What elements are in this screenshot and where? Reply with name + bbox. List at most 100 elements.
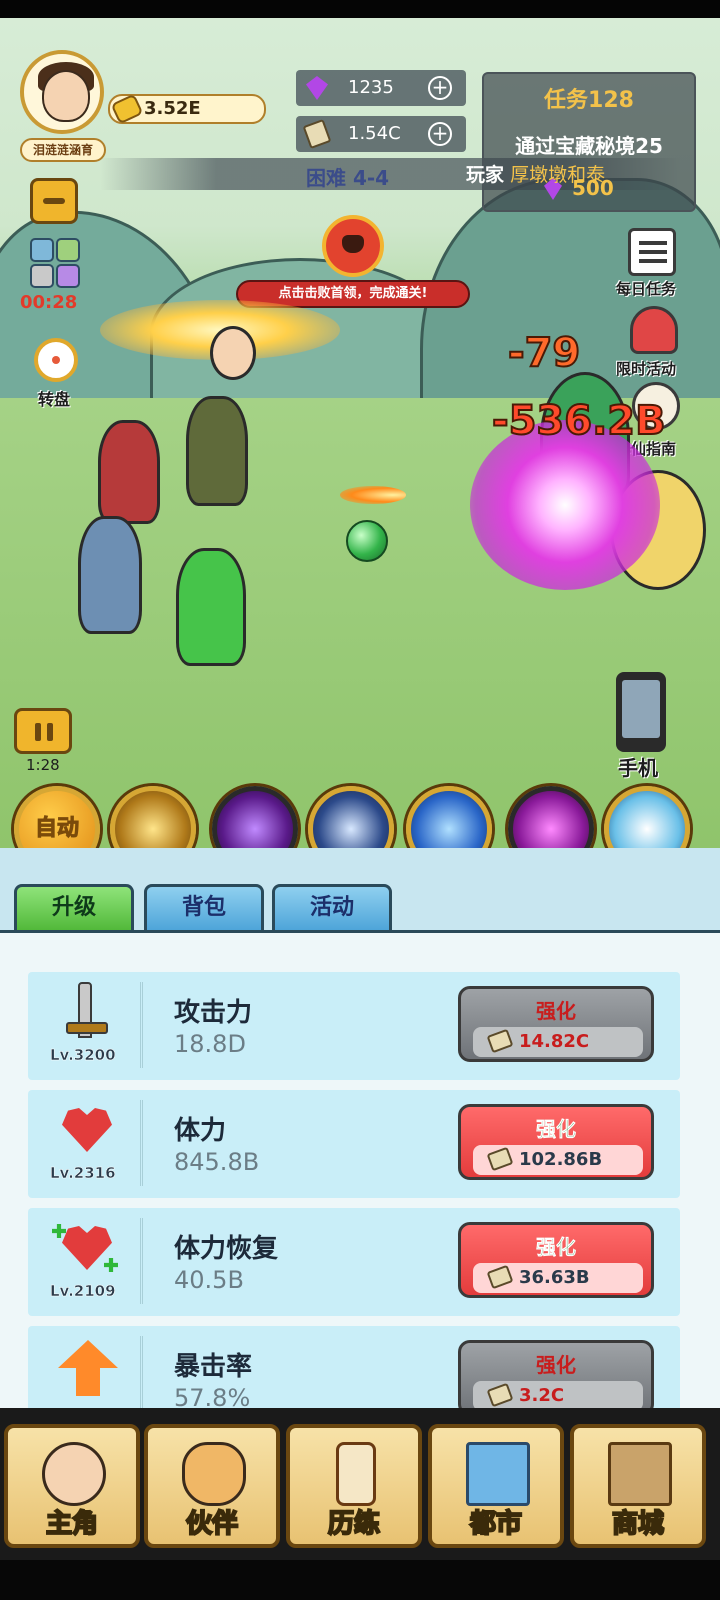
player-name: 泪涟涟涵育	[20, 138, 106, 162]
add-cash-button[interactable]: +	[428, 122, 452, 146]
upgrade-button[interactable]: 强化 14.82C	[458, 986, 654, 1062]
add-gems-button[interactable]: +	[428, 76, 452, 100]
nav-label: 主角	[45, 1508, 99, 1540]
gold-counter: 3.52E	[108, 93, 266, 125]
tab-activity[interactable]: 活动	[272, 884, 392, 930]
upgrade-level: Lv.3200	[50, 1046, 116, 1065]
cash-icon	[302, 118, 332, 150]
gem-value: 1235	[348, 77, 394, 98]
magic-burst-effect	[470, 420, 660, 590]
menu-collapse-button[interactable]	[30, 178, 78, 224]
protagonist-icon	[42, 1442, 106, 1506]
wheel-icon[interactable]	[34, 338, 78, 382]
nav-label: 都市	[469, 1508, 523, 1540]
gift-tile	[56, 264, 80, 288]
hero-green	[176, 548, 246, 666]
damage-number: -79	[507, 329, 581, 377]
nav-partners[interactable]: 伙伴	[144, 1424, 280, 1548]
gift-tile	[56, 238, 80, 262]
tablet-icon	[336, 1442, 376, 1506]
cash-counter: 1.54C +	[296, 116, 466, 152]
upgrade-row-stamina: Lv.2316 体力 845.8B 强化 102.86B	[28, 1090, 680, 1198]
status-bar	[0, 0, 720, 18]
upgrade-name: 体力	[174, 1116, 227, 1146]
upgrade-value: 18.8D	[174, 1030, 246, 1058]
nav-training[interactable]: 历练	[286, 1424, 422, 1548]
notice-player-name: 厚墩墩和泰	[510, 164, 606, 186]
nav-label: 商城	[611, 1508, 665, 1540]
upgrade-row-attack: Lv.3200 攻击力 18.8D 强化 14.82C	[28, 972, 680, 1080]
heart-plus-icon	[46, 1218, 126, 1288]
hero-mage	[78, 516, 142, 634]
upgrade-button-label: 强化	[536, 1117, 577, 1142]
battle-timer: 1:28	[26, 756, 60, 774]
avatar-face	[42, 70, 90, 122]
phone-label: 手机	[618, 756, 658, 780]
task-panel[interactable]: 任务128 通过宝藏秘境25 500	[482, 72, 696, 212]
upgrade-button[interactable]: 强化 102.86B	[458, 1104, 654, 1180]
hero-warrior	[98, 420, 160, 524]
upgrade-list[interactable]: Lv.3200 攻击力 18.8D 强化 14.82C Lv.2316 体力 8…	[0, 960, 720, 1408]
cash-icon	[486, 1382, 514, 1408]
upgrade-name: 体力恢复	[174, 1234, 279, 1264]
tab-upgrade[interactable]: 升级	[14, 884, 134, 930]
damage-number: -536.2B	[491, 397, 667, 445]
wheel-label: 转盘	[38, 390, 71, 409]
building-icon	[466, 1442, 530, 1506]
cash-icon	[486, 1264, 514, 1290]
limited-event-icon[interactable]	[630, 306, 678, 354]
upgrade-cost-value: 3.2C	[519, 1385, 565, 1406]
stage-difficulty: 困难 4-4	[306, 166, 390, 190]
fireball-effect	[340, 486, 406, 504]
divider	[140, 1218, 156, 1304]
tab-backpack[interactable]: 背包	[144, 884, 264, 930]
daily-tasks-label: 每日任务	[616, 280, 677, 298]
gift-pack-icon[interactable]	[24, 232, 84, 290]
upgrade-cost: 36.63B	[473, 1263, 643, 1293]
cash-icon	[486, 1028, 514, 1054]
divider	[140, 982, 156, 1068]
divider	[140, 1100, 156, 1186]
upgrade-name: 攻击力	[174, 998, 253, 1028]
upgrade-row-stamina-regen: Lv.2109 体力恢复 40.5B 强化 36.63B	[28, 1208, 680, 1316]
shop-stall-icon	[608, 1442, 672, 1506]
notice-prefix: 玩家	[466, 164, 505, 186]
upgrade-level: Lv.2316	[50, 1164, 116, 1183]
gift-timer: 00:28	[20, 292, 78, 313]
nav-label: 历练	[327, 1508, 381, 1540]
upgrade-button-label: 强化	[536, 1235, 577, 1260]
phone-icon[interactable]	[616, 672, 666, 752]
upgrade-cost: 102.86B	[473, 1145, 643, 1175]
gem-counter: 1235 +	[296, 70, 466, 106]
pause-button[interactable]	[14, 708, 72, 754]
nav-shop[interactable]: 商城	[570, 1424, 706, 1548]
upgrade-button[interactable]: 强化 36.63B	[458, 1222, 654, 1298]
daily-tasks-icon[interactable]	[628, 228, 676, 276]
heart-icon	[46, 1100, 126, 1170]
boss-icon[interactable]	[322, 215, 384, 277]
green-orb	[346, 520, 388, 562]
upgrade-row-crit-rate: 暴击率 57.8% 强化 3.2C	[28, 1326, 680, 1408]
gem-icon	[306, 76, 328, 100]
nav-protagonist[interactable]: 主角	[4, 1424, 140, 1548]
system-nav-bar	[0, 1560, 720, 1600]
arrow-up-icon	[46, 1336, 126, 1406]
nav-city[interactable]: 都市	[428, 1424, 564, 1548]
upgrade-button-label: 强化	[536, 1353, 576, 1377]
cash-value: 1.54C	[348, 123, 401, 144]
cat-icon	[182, 1442, 246, 1506]
gold-value: 3.52E	[144, 98, 201, 119]
gold-ingot-icon	[110, 93, 144, 125]
upgrade-value: 57.8%	[174, 1384, 251, 1408]
upgrade-button[interactable]: 强化 3.2C	[458, 1340, 654, 1408]
upgrade-cost-value: 102.86B	[519, 1149, 603, 1170]
gift-tile	[30, 238, 54, 262]
upgrade-value: 845.8B	[174, 1148, 260, 1176]
player-avatar[interactable]	[20, 50, 104, 134]
gift-tile	[30, 264, 54, 288]
upgrade-cost-value: 36.63B	[519, 1267, 590, 1288]
upgrade-value: 40.5B	[174, 1266, 244, 1294]
cash-icon	[486, 1146, 514, 1172]
limited-event-label: 限时活动	[616, 360, 677, 378]
nav-label: 伙伴	[185, 1508, 239, 1540]
